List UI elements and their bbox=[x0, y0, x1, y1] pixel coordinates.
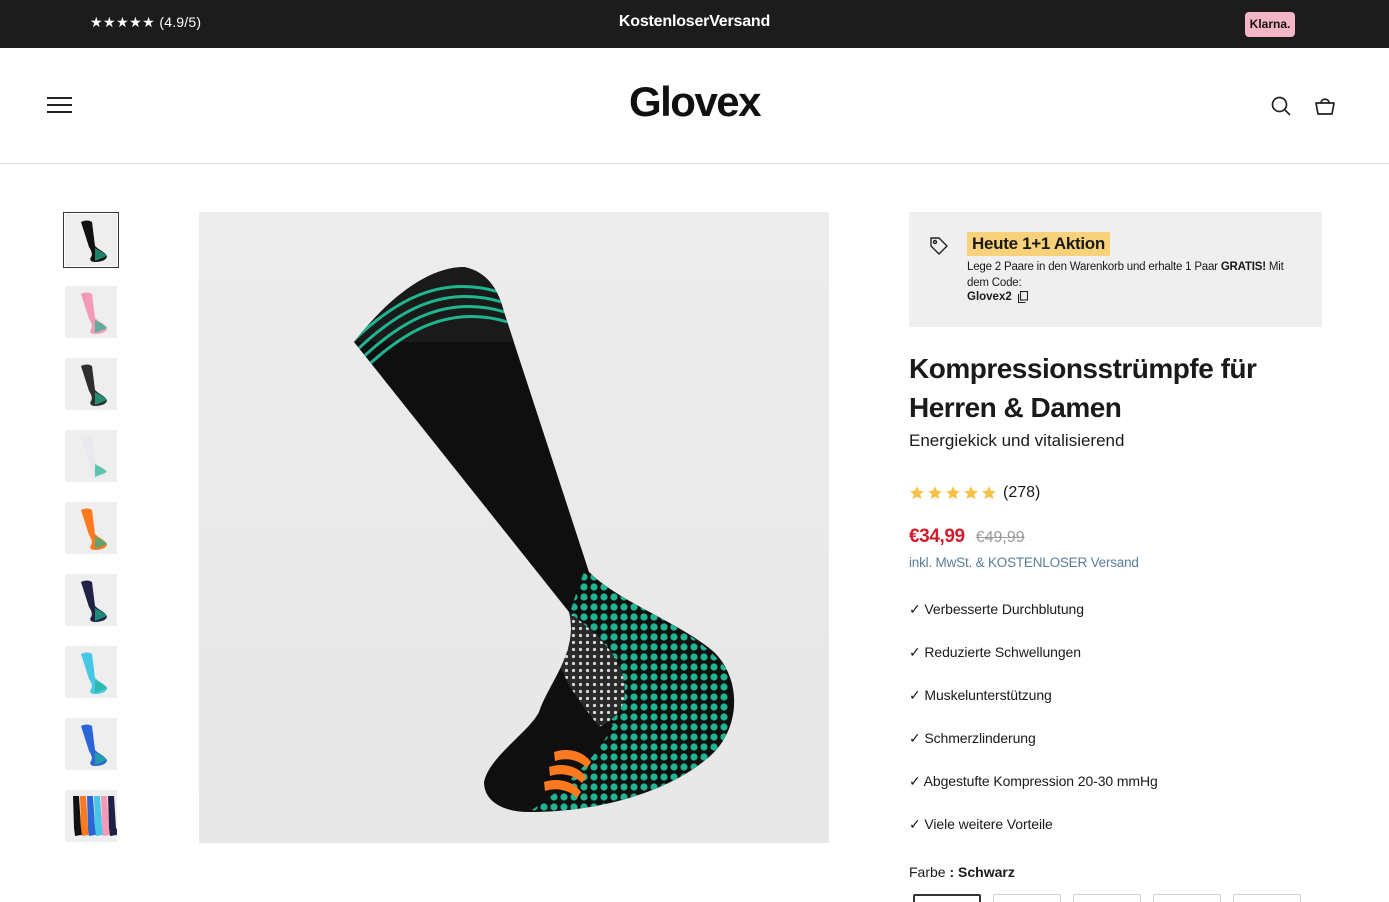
thumbnail-image bbox=[65, 430, 117, 482]
search-icon[interactable] bbox=[1269, 94, 1293, 118]
thumbnail-lifestyle[interactable] bbox=[63, 356, 119, 412]
star-icon bbox=[910, 486, 924, 500]
copy-icon[interactable] bbox=[1017, 291, 1028, 303]
color-swatch[interactable] bbox=[913, 894, 981, 902]
klarna-badge: Klarna. bbox=[1245, 12, 1295, 37]
color-selector-label: Farbe : Schwarz bbox=[909, 864, 1015, 880]
color-swatch[interactable] bbox=[1233, 894, 1301, 902]
color-swatch[interactable] bbox=[993, 894, 1061, 902]
site-header: Glovex bbox=[0, 48, 1389, 164]
thumbnail-navy[interactable] bbox=[63, 572, 119, 628]
thumbnail-image bbox=[65, 790, 117, 842]
compare-price: €49,99 bbox=[975, 529, 1025, 546]
benefits-list: ✓ Verbesserte Durchblutung ✓ Reduzierte S… bbox=[909, 601, 1158, 859]
product-title: Kompressionsstrümpfe für Herren & Damen bbox=[909, 353, 1257, 423]
thumbnail-all-colors[interactable] bbox=[63, 788, 119, 844]
star-icon bbox=[982, 486, 996, 500]
star-icon bbox=[964, 486, 978, 500]
color-swatch[interactable] bbox=[1153, 894, 1221, 902]
star-icon bbox=[928, 486, 942, 500]
promo-text-before: Lege 2 Paare in den Warenkorb und erhalt… bbox=[967, 261, 1221, 273]
promo-box: Heute 1+1 Aktion Lege 2 Paare in den War… bbox=[909, 212, 1322, 327]
thumbnail-orange[interactable] bbox=[63, 500, 119, 556]
thumbnail-image bbox=[65, 574, 117, 626]
promo-text-bold: GRATIS! bbox=[1220, 261, 1266, 273]
benefit-item: ✓ Abgestufte Kompression 20-30 mmHg bbox=[909, 773, 1158, 789]
thumbnail-image bbox=[65, 358, 117, 410]
main-product-image[interactable] bbox=[199, 212, 829, 843]
site-logo[interactable]: Glovex bbox=[0, 78, 1389, 126]
price-tag-icon bbox=[929, 236, 949, 256]
selected-color: : Schwarz bbox=[949, 864, 1015, 880]
thumbnail-pink[interactable] bbox=[63, 284, 119, 340]
sock-illustration bbox=[354, 267, 735, 812]
benefit-item: ✓ Reduzierte Schwellungen bbox=[909, 644, 1081, 660]
thumbnail-black[interactable] bbox=[63, 212, 119, 268]
sale-price: €34,99 bbox=[909, 526, 965, 547]
tax-shipping-note: inkl. MwSt. & KOSTENLOSER Versand bbox=[909, 555, 1139, 570]
review-stars bbox=[909, 485, 997, 501]
price-block: €34,99 €49,99 bbox=[909, 526, 1025, 548]
promo-badge: Heute 1+1 Aktion bbox=[967, 232, 1110, 256]
benefit-item: ✓ Schmerzlinderung bbox=[909, 730, 1036, 746]
thumbnail-blue[interactable] bbox=[63, 716, 119, 772]
benefit-item: ✓ Viele weitere Vorteile bbox=[909, 816, 1053, 832]
promo-text: Lege 2 Paare in den Warenkorb und erhalt… bbox=[967, 259, 1307, 291]
product-subtitle: Energiekick und vitalisierend bbox=[909, 431, 1125, 450]
thumbnail-image bbox=[65, 286, 117, 338]
product-reviews[interactable]: (278) bbox=[909, 484, 1040, 502]
thumbnail-image bbox=[65, 718, 117, 770]
benefit-item: ✓ Verbesserte Durchblutung bbox=[909, 601, 1084, 617]
color-swatch[interactable] bbox=[1073, 894, 1141, 902]
review-count: (278) bbox=[1003, 484, 1041, 501]
thumbnail-light-blue[interactable] bbox=[63, 644, 119, 700]
announcement-bar: ★★★★★ (4.9/5) KostenloserVersand Klarna. bbox=[0, 0, 1389, 48]
thumbnail-image bbox=[65, 214, 117, 266]
thumbnail-image bbox=[65, 646, 117, 698]
promo-code-value: Glovex2 bbox=[967, 291, 1012, 303]
benefit-item: ✓ Muskelunterstützung bbox=[909, 687, 1052, 703]
cart-icon[interactable] bbox=[1313, 94, 1337, 118]
free-shipping-text: KostenloserVersand bbox=[618, 13, 771, 30]
thumbnail-white[interactable] bbox=[63, 428, 119, 484]
thumbnail-image bbox=[65, 502, 117, 554]
color-label-text: Farbe bbox=[909, 864, 946, 880]
star-icon bbox=[946, 486, 960, 500]
promo-code[interactable]: Glovex2 bbox=[967, 291, 1028, 303]
